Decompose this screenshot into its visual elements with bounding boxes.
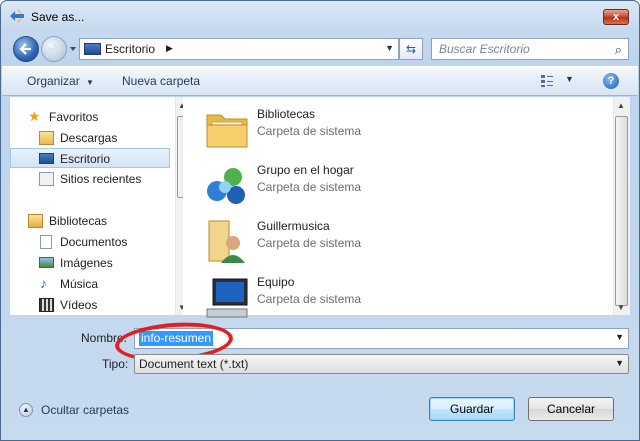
list-item[interactable]: Equipo Carpeta de sistema: [203, 269, 603, 323]
sidebar-item-label: Música: [60, 277, 99, 291]
search-placeholder: Buscar Escritorio: [439, 42, 530, 56]
sidebar-item-musica[interactable]: ♪ Música: [10, 274, 170, 294]
nav-favorites[interactable]: ★ Favoritos: [10, 107, 170, 127]
save-as-dialog: Save as... x Escritorio ▶ ▼ ⇆ Buscar Esc…: [0, 0, 640, 441]
organize-label: Organizar: [27, 74, 80, 88]
file-list: Bibliotecas Carpeta de sistema Grupo en …: [183, 97, 613, 318]
forward-button[interactable]: [41, 36, 67, 62]
sidebar-item-documentos[interactable]: Documentos: [10, 232, 170, 252]
cancel-button[interactable]: Cancelar: [528, 397, 614, 421]
arrow-left-icon: [19, 43, 31, 55]
scroll-down-icon[interactable]: ▼: [617, 303, 625, 312]
list-item[interactable]: Guillermusica Carpeta de sistema: [203, 213, 603, 267]
item-type: Carpeta de sistema: [257, 292, 362, 306]
chevron-down-icon[interactable]: ▼: [615, 358, 624, 368]
save-button[interactable]: Guardar: [429, 397, 515, 421]
chevron-down-icon[interactable]: ▼: [565, 74, 574, 84]
pictures-icon: [39, 257, 54, 268]
close-button[interactable]: x: [603, 9, 629, 25]
homegroup-icon: [207, 168, 245, 204]
title-bar: Save as... x: [1, 1, 639, 31]
scroll-up-icon[interactable]: ▲: [617, 101, 625, 110]
address-bar[interactable]: Escritorio ▶ ▼: [79, 38, 399, 60]
computer-icon: [206, 278, 248, 318]
filetype-value: Document text (*.txt): [139, 357, 249, 371]
desktop-icon: [84, 43, 101, 55]
item-type: Carpeta de sistema: [257, 180, 362, 194]
videos-icon: [39, 298, 54, 312]
sidebar-item-label: Sitios recientes: [60, 172, 142, 186]
item-name: Bibliotecas: [257, 107, 316, 121]
nav-favorites-label: Favoritos: [49, 110, 99, 124]
desktop-icon: [39, 153, 54, 164]
file-list-scrollbar-thumb[interactable]: [615, 116, 628, 306]
item-type: Carpeta de sistema: [257, 124, 362, 138]
sidebar-item-label: Vídeos: [60, 298, 98, 312]
navigation-pane: ★ Favoritos Descargas Escritorio Sitios …: [10, 97, 191, 315]
help-button[interactable]: ?: [603, 73, 619, 89]
view-options-icon[interactable]: [540, 74, 554, 88]
new-folder-button[interactable]: Nueva carpeta: [122, 74, 200, 88]
search-input[interactable]: Buscar Escritorio ⌕: [431, 38, 629, 60]
refresh-button[interactable]: ⇆: [399, 38, 423, 60]
chevron-up-icon: ▲: [19, 403, 33, 417]
back-button[interactable]: [13, 36, 39, 62]
chevron-down-icon[interactable]: ▼: [615, 332, 624, 342]
item-type: Carpeta de sistema: [257, 236, 362, 250]
sidebar-item-label: Descargas: [60, 131, 118, 145]
arrow-right-icon: [49, 43, 61, 55]
breadcrumb-chevron-icon[interactable]: ▶: [166, 43, 173, 54]
nav-libraries-label: Bibliotecas: [49, 214, 108, 228]
list-item[interactable]: Grupo en el hogar Carpeta de sistema: [203, 157, 603, 211]
nav-libraries[interactable]: Bibliotecas: [10, 211, 170, 231]
sidebar-item-videos[interactable]: Vídeos: [10, 295, 170, 315]
libraries-folder-icon: [206, 114, 248, 148]
sidebar-item-label: Escritorio: [60, 152, 111, 166]
sidebar-item-descargas[interactable]: Descargas: [10, 128, 170, 148]
sidebar-item-label: Documentos: [60, 235, 128, 249]
address-location[interactable]: Escritorio: [105, 42, 155, 56]
window-title: Save as...: [31, 10, 85, 24]
sidebar-item-imagenes[interactable]: Imágenes: [10, 253, 170, 273]
list-item[interactable]: Bibliotecas Carpeta de sistema: [203, 101, 603, 155]
sidebar-item-sitios-recientes[interactable]: Sitios recientes: [10, 169, 170, 189]
filetype-select[interactable]: Document text (*.txt) ▼: [134, 354, 629, 374]
toolbar: Organizar ▼ Nueva carpeta ▼ ?: [2, 66, 638, 96]
app-icon: [10, 9, 24, 23]
library-folder-icon: [28, 214, 43, 228]
filetype-label: Tipo:: [102, 357, 129, 371]
music-note-icon: ♪: [40, 275, 47, 291]
item-name: Equipo: [257, 275, 295, 289]
recent-places-icon: [39, 172, 54, 186]
hide-folders-label: Ocultar carpetas: [41, 403, 130, 417]
item-name: Grupo en el hogar: [257, 163, 354, 177]
item-name: Guillermusica: [257, 219, 330, 233]
history-dropdown-icon[interactable]: [69, 44, 77, 54]
chevron-down-icon: ▼: [86, 78, 94, 87]
organize-button[interactable]: Organizar ▼: [27, 74, 94, 88]
search-icon[interactable]: ⌕: [615, 42, 622, 58]
chevron-down-icon[interactable]: ▼: [385, 43, 394, 53]
sidebar-item-label: Imágenes: [60, 256, 113, 270]
user-folder-icon: [208, 220, 245, 263]
documents-icon: [40, 235, 52, 249]
downloads-folder-icon: [39, 131, 54, 145]
star-icon: ★: [28, 108, 41, 124]
sidebar-item-escritorio[interactable]: Escritorio: [10, 148, 170, 168]
